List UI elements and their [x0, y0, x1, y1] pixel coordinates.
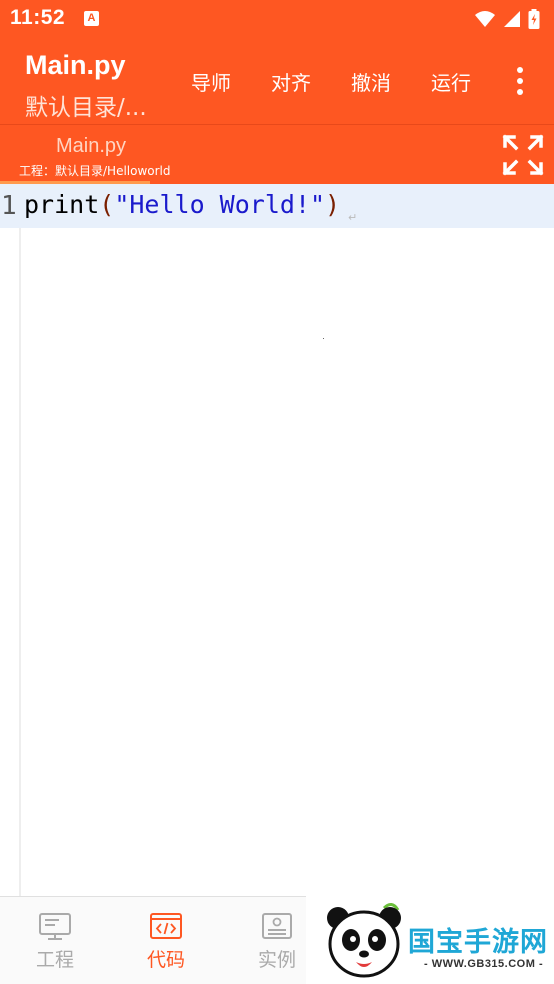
app-title: Main.py	[25, 50, 126, 80]
watermark-url: - WWW.GB315.COM -	[424, 958, 544, 970]
nav-code[interactable]: 代码	[131, 911, 201, 971]
cursor-dot	[323, 338, 324, 339]
signal-icon	[504, 11, 520, 27]
status-time: 11:52	[10, 6, 66, 29]
overflow-menu-icon[interactable]	[510, 67, 530, 95]
battery-icon	[528, 9, 540, 29]
file-tab-name: Main.py	[56, 135, 127, 157]
gutter-divider	[19, 228, 21, 896]
watermark: 国宝手游网 - WWW.GB315.COM -	[306, 896, 554, 984]
nav-examples[interactable]: 实例	[242, 911, 312, 971]
code-editor[interactable]: 1 print("Hello World!") ↵	[0, 184, 554, 896]
code-token-function: print	[24, 190, 100, 219]
file-tab-path: 工程：默认目录/Helloworld	[19, 164, 171, 178]
line-number: 1	[1, 191, 17, 221]
notification-app-icon: A	[84, 11, 99, 26]
undo-button[interactable]: 撤消	[351, 67, 391, 96]
guide-button[interactable]: 导师	[191, 67, 231, 96]
status-icons	[474, 8, 540, 30]
nav-project[interactable]: 工程	[20, 911, 90, 971]
examples-icon	[262, 913, 292, 939]
code-token-paren: (	[99, 190, 115, 219]
file-tab[interactable]: Main.py 工程：默认目录/Helloworld	[0, 125, 180, 183]
panda-logo-icon	[327, 903, 401, 978]
file-tab-bar: Main.py 工程：默认目录/Helloworld	[0, 124, 554, 185]
status-bar: 11:52 A	[0, 0, 554, 38]
nav-project-label: 工程	[35, 949, 74, 971]
app-subtitle: 默认目录/...	[25, 95, 147, 121]
fullscreen-icon[interactable]	[502, 134, 544, 176]
code-icon	[150, 913, 182, 939]
code-token-string: "Hello World!"	[114, 190, 326, 219]
project-icon	[39, 913, 71, 940]
code-token-paren: )	[325, 190, 341, 219]
nav-examples-label: 实例	[257, 949, 296, 971]
wifi-icon	[475, 11, 495, 27]
nav-code-label: 代码	[146, 949, 185, 971]
align-button[interactable]: 对齐	[271, 67, 311, 96]
code-line[interactable]: print("Hello World!")	[24, 190, 340, 219]
app-bar: Main.py 默认目录/... 导师 对齐 撤消 运行	[0, 38, 554, 124]
watermark-text: 国宝手游网	[408, 927, 548, 958]
run-button[interactable]: 运行	[431, 67, 471, 96]
end-of-line-marker: ↵	[348, 211, 358, 224]
